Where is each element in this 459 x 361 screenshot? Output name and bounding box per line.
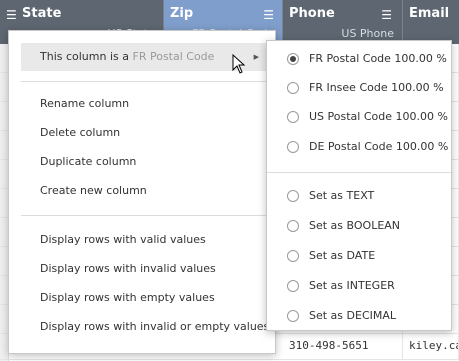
option-set-boolean[interactable]: Set as BOOLEAN — [267, 212, 451, 240]
rename-column-item[interactable]: Rename column — [9, 90, 275, 118]
column-title: Phone — [289, 6, 335, 21]
option-fr-postal-code[interactable]: FR Postal Code 100.00 % — [267, 45, 451, 73]
option-de-postal-code[interactable]: DE Postal Code 100.00 % — [267, 133, 451, 161]
radio-icon[interactable] — [287, 141, 299, 153]
option-label: DE Postal Code 100.00 % — [309, 140, 449, 153]
option-label: Set as BOOLEAN — [309, 219, 401, 232]
duplicate-column-item[interactable]: Duplicate column — [9, 148, 275, 176]
delete-column-item[interactable]: Delete column — [9, 119, 275, 147]
menu-icon[interactable]: ☰ — [381, 8, 392, 22]
radio-icon[interactable] — [287, 53, 299, 65]
option-set-decimal[interactable]: Set as DECIMAL — [267, 302, 451, 330]
chevron-right-icon: ▶ — [253, 53, 259, 61]
radio-icon[interactable] — [287, 82, 299, 94]
column-header-phone[interactable]: Phone ☰ US Phone — [283, 0, 403, 44]
option-label: FR Postal Code 100.00 % — [309, 52, 447, 65]
radio-icon[interactable] — [287, 280, 299, 292]
radio-icon[interactable] — [287, 220, 299, 232]
menu-divider — [21, 215, 271, 216]
radio-icon[interactable] — [287, 190, 299, 202]
menu-icon[interactable]: ☰ — [263, 8, 274, 22]
column-context-menu: This column is a FR Postal Code ▶ Rename… — [8, 30, 276, 354]
option-set-integer[interactable]: Set as INTEGER — [267, 272, 451, 300]
mouse-cursor-icon — [232, 54, 246, 74]
semantic-type-value: FR Postal Code — [132, 50, 215, 63]
column-title: State — [22, 6, 62, 21]
phone-cell[interactable]: 310-498-5651 — [283, 331, 403, 360]
filter-empty-item[interactable]: Display rows with empty values — [9, 284, 275, 312]
radio-icon[interactable] — [287, 250, 299, 262]
option-fr-insee-code[interactable]: FR Insee Code 100.00 % — [267, 74, 451, 102]
menu-icon[interactable]: ☰ — [6, 8, 17, 22]
column-header-email[interactable]: Email — [403, 0, 459, 44]
option-label: US Postal Code 100.00 % — [309, 110, 448, 123]
option-us-postal-code[interactable]: US Postal Code 100.00 % — [267, 103, 451, 131]
create-new-column-item[interactable]: Create new column — [9, 177, 275, 205]
option-label: Set as TEXT — [309, 189, 375, 202]
option-set-date[interactable]: Set as DATE — [267, 242, 451, 270]
column-type-label: US Phone — [341, 27, 394, 40]
radio-icon[interactable] — [287, 310, 299, 322]
option-set-text[interactable]: Set as TEXT — [267, 182, 451, 210]
column-title: Zip — [170, 6, 194, 21]
option-label: Set as DECIMAL — [309, 309, 397, 322]
filter-valid-item[interactable]: Display rows with valid values — [9, 226, 275, 254]
filter-invalid-item[interactable]: Display rows with invalid values — [9, 255, 275, 283]
semantic-type-submenu: FR Postal Code 100.00 % FR Insee Code 10… — [266, 40, 452, 331]
option-label: Set as DATE — [309, 249, 376, 262]
semantic-type-prefix: This column is a — [40, 50, 133, 63]
option-label: FR Insee Code 100.00 % — [309, 81, 444, 94]
option-label: Set as INTEGER — [309, 279, 395, 292]
column-title: Email — [409, 6, 450, 21]
email-cell[interactable]: kiley.cal — [403, 331, 459, 360]
submenu-divider — [267, 172, 451, 173]
menu-divider — [21, 81, 271, 82]
radio-icon[interactable] — [287, 111, 299, 123]
filter-invalid-or-empty-item[interactable]: Display rows with invalid or empty value… — [9, 313, 275, 341]
